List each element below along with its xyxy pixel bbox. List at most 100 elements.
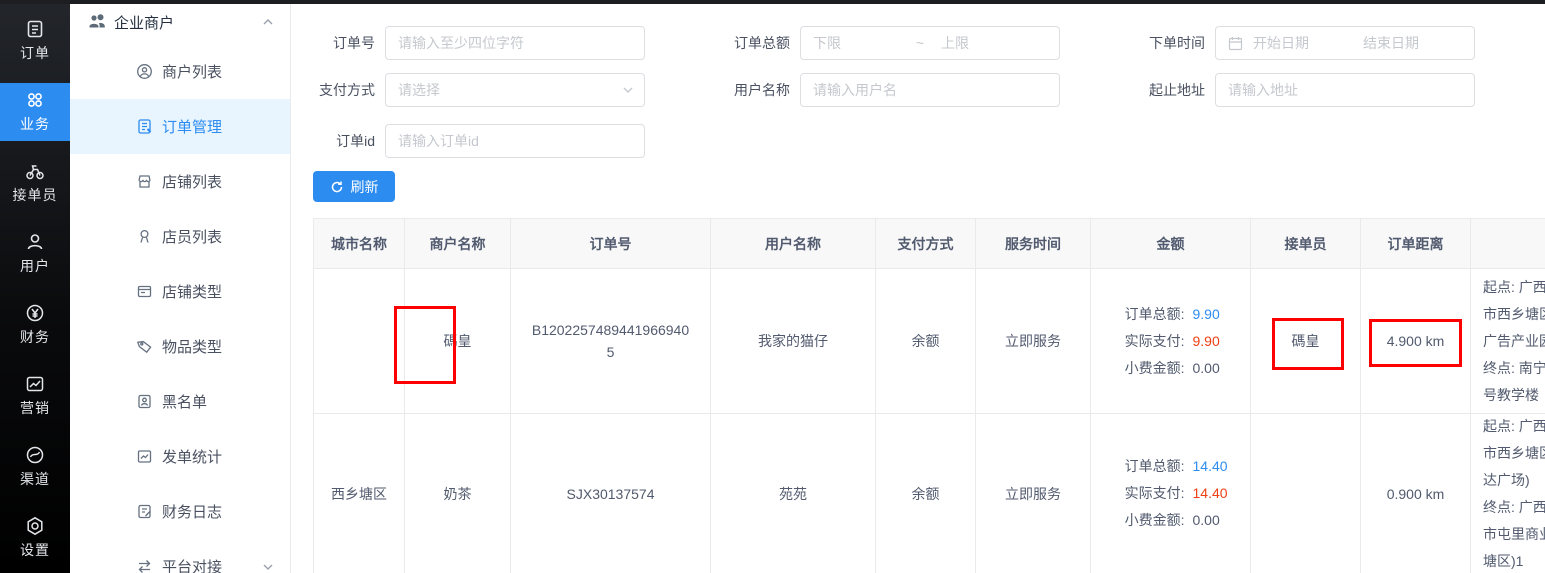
- sidebar-item-label: 接单员: [13, 185, 58, 205]
- menu-item-shop-list[interactable]: 店铺列表: [70, 154, 290, 209]
- sidebar-item-couriers[interactable]: 接单员: [0, 154, 70, 212]
- menu-item-dispatch-stats[interactable]: 发单统计: [70, 429, 290, 484]
- filter-user-name: 用户名称: [706, 73, 1060, 107]
- address-line: 起点: 广西: [1483, 274, 1545, 301]
- sidebar-item-orders[interactable]: 订单: [0, 12, 70, 70]
- user-icon: [25, 232, 45, 252]
- address-input[interactable]: [1216, 74, 1474, 106]
- platform-link-icon: [136, 558, 153, 573]
- orders-table: 城市名称 商户名称 订单号 用户名称 支付方式 服务时间 金额 接单员 订单距离…: [313, 218, 1545, 573]
- address-line: 号教学楼: [1483, 382, 1539, 409]
- menu-item-merchant-list[interactable]: 商户列表: [70, 44, 290, 99]
- pay-method-select[interactable]: 请选择: [385, 73, 645, 107]
- amount-total-value: 14.40: [1193, 453, 1239, 480]
- menu-item-label: 商户列表: [162, 61, 222, 82]
- filter-label: 用户名称: [706, 80, 800, 100]
- amount-tip-label: 小费金额:: [1103, 355, 1185, 382]
- amount-paid-value: 9.90: [1193, 328, 1239, 355]
- menu-item-shop-type[interactable]: 店铺类型: [70, 264, 290, 319]
- address-line: 终点: 南宁: [1483, 355, 1545, 382]
- refresh-button[interactable]: 刷新: [313, 171, 395, 202]
- finance-log-icon: [136, 503, 153, 520]
- order-no-text: B12022574894419669405: [515, 319, 706, 363]
- cell-user: 我家的猫仔: [711, 269, 876, 414]
- amount-paid-value: 14.40: [1193, 480, 1239, 507]
- address-line: 市西乡塘区: [1483, 301, 1545, 328]
- filter-order-total: 订单总额 ~: [706, 26, 1060, 60]
- amount-tip-label: 小费金额:: [1103, 507, 1185, 534]
- sidebar-item-users[interactable]: 用户: [0, 225, 70, 283]
- cell-address: 起点: 广西 市西乡塘区 达广场) 终点: 广西 市屯里商业 塘区)1: [1471, 414, 1545, 573]
- col-header-amount: 金额: [1091, 219, 1251, 269]
- table-row[interactable]: 西乡塘区 奶茶 SJX30137574 苑苑 余额 立即服务 订单总额:14.4…: [314, 414, 1545, 573]
- sidebar-item-marketing[interactable]: 营销: [0, 367, 70, 425]
- sidebar-item-label: 用户: [20, 256, 50, 276]
- order-manage-icon: [136, 118, 153, 135]
- col-header-merchant: 商户名称: [405, 219, 511, 269]
- cell-city: [314, 269, 405, 414]
- order-total-min-input[interactable]: [801, 27, 905, 59]
- address-line: 市西乡塘区: [1483, 440, 1545, 467]
- menu-item-goods-type[interactable]: 物品类型: [70, 319, 290, 374]
- top-edge-bar: [0, 0, 1545, 4]
- amount-total-value: 9.90: [1193, 301, 1239, 328]
- sidebar-item-business[interactable]: 业务: [0, 83, 70, 141]
- filter-label: 订单总额: [706, 33, 800, 53]
- amount-tip-value: 0.00: [1193, 355, 1239, 382]
- menu-item-label: 物品类型: [162, 336, 222, 357]
- order-total-max-input[interactable]: [935, 27, 1039, 59]
- chevron-down-icon[interactable]: [262, 561, 274, 573]
- menu-item-staff-list[interactable]: 店员列表: [70, 209, 290, 264]
- chevron-up-icon[interactable]: [262, 16, 274, 28]
- menu-item-order-management[interactable]: 订单管理: [70, 99, 290, 154]
- menu-item-platform-link[interactable]: 平台对接: [70, 539, 290, 573]
- menu-item-label: 发单统计: [162, 446, 222, 467]
- order-id-input[interactable]: [386, 125, 644, 157]
- sidebar-item-label: 业务: [20, 114, 50, 134]
- table-row[interactable]: 碼皇 B12022574894419669405 我家的猫仔 余额 立即服务 订…: [314, 269, 1545, 414]
- menu-item-label: 店员列表: [162, 226, 222, 247]
- menu-group-label: 企业商户: [114, 12, 174, 33]
- cell-merchant: 碼皇: [405, 269, 511, 414]
- amount-tip-value: 0.00: [1193, 507, 1239, 534]
- menu-item-label: 黑名单: [162, 391, 207, 412]
- end-date-input[interactable]: [1363, 27, 1463, 59]
- filter-label: 订单id: [291, 131, 385, 151]
- blacklist-icon: [136, 393, 153, 410]
- marketing-icon: [25, 374, 45, 394]
- menu-group-enterprise-merchants[interactable]: 企业商户: [70, 0, 290, 44]
- shop-list-icon: [136, 173, 153, 190]
- cell-city: 西乡塘区: [314, 414, 405, 573]
- date-range-picker[interactable]: [1215, 26, 1475, 60]
- cell-distance: 4.900 km: [1361, 269, 1471, 414]
- col-header-user: 用户名称: [711, 219, 876, 269]
- finance-icon: [25, 303, 45, 323]
- cell-pay: 余额: [876, 269, 976, 414]
- refresh-label: 刷新: [351, 177, 379, 197]
- sidebar-item-settings[interactable]: 设置: [0, 509, 70, 567]
- col-header-city: 城市名称: [314, 219, 405, 269]
- cell-amount: 订单总额:14.40 实际支付:14.40 小费金额:0.00: [1091, 414, 1251, 573]
- dispatch-stats-icon: [136, 448, 153, 465]
- group-users-icon: [88, 13, 106, 31]
- filter-label: 起止地址: [1121, 80, 1215, 100]
- cell-service: 立即服务: [976, 414, 1091, 573]
- filter-label: 支付方式: [291, 80, 385, 100]
- start-date-input[interactable]: [1253, 27, 1353, 59]
- cell-order-no: B12022574894419669405: [511, 269, 711, 414]
- sidebar-item-channels[interactable]: 渠道: [0, 438, 70, 496]
- shop-type-icon: [136, 283, 153, 300]
- table-header-row: 城市名称 商户名称 订单号 用户名称 支付方式 服务时间 金额 接单员 订单距离: [314, 219, 1545, 269]
- menu-item-blacklist[interactable]: 黑名单: [70, 374, 290, 429]
- menu-item-finance-log[interactable]: 财务日志: [70, 484, 290, 539]
- address-line: 市屯里商业: [1483, 521, 1545, 548]
- user-name-input[interactable]: [801, 74, 1059, 106]
- order-icon: [25, 19, 45, 39]
- order-no-input[interactable]: [386, 27, 644, 59]
- filter-order-time: 下单时间: [1121, 26, 1475, 60]
- order-no-text: SJX30137574: [553, 483, 669, 505]
- sidebar-item-label: 财务: [20, 327, 50, 347]
- sidebar-item-finance[interactable]: 财务: [0, 296, 70, 354]
- filter-order-no: 订单号: [291, 26, 645, 60]
- cell-pay: 余额: [876, 414, 976, 573]
